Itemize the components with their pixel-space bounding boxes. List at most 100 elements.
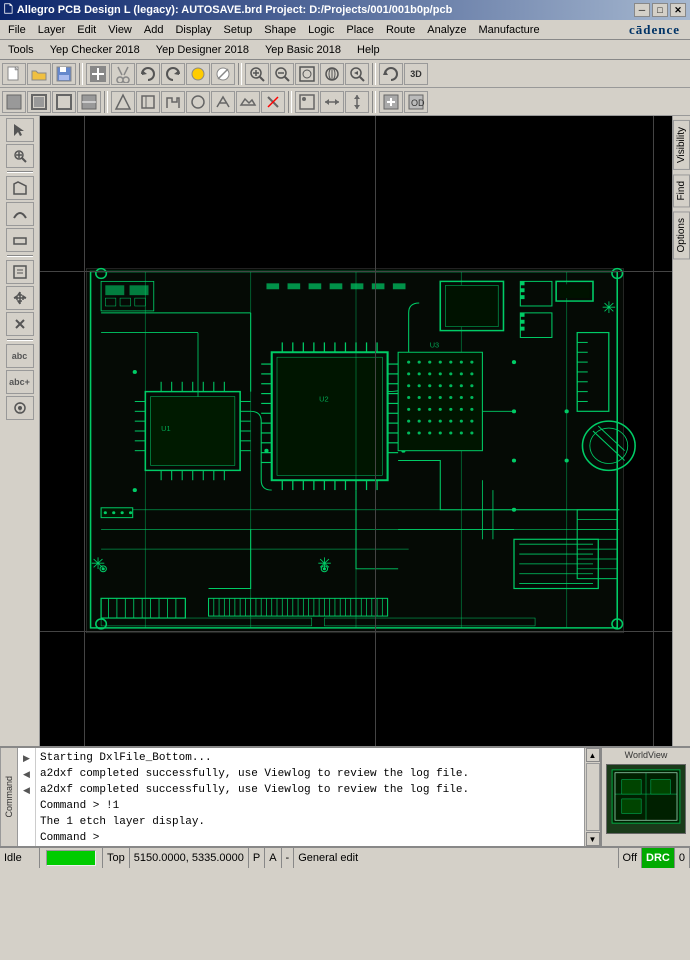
title-bar-controls[interactable]: ─ □ ✕ <box>634 3 686 17</box>
undo-button[interactable] <box>136 63 160 85</box>
menu-setup[interactable]: Setup <box>218 22 259 38</box>
left-separator-2 <box>7 255 33 257</box>
tb2-btn-3[interactable] <box>52 91 76 113</box>
menu-add[interactable]: Add <box>138 22 170 38</box>
hline-top <box>40 271 672 272</box>
zoom-out-button[interactable] <box>270 63 294 85</box>
status-a: A <box>265 848 281 868</box>
menu-analyze[interactable]: Analyze <box>421 22 472 38</box>
scroll-up-button[interactable]: ▲ <box>586 748 600 762</box>
log-line-3: a2dxf completed successfully, use Viewlo… <box>40 782 580 798</box>
left-btn-property[interactable] <box>6 260 34 284</box>
options-tab[interactable]: Options <box>673 211 690 259</box>
pcb-svg[interactable]: ✳ ✳ ✳ <box>40 116 672 746</box>
status-idle: Idle <box>0 848 40 868</box>
tb2-btn-2[interactable] <box>27 91 51 113</box>
add-connect-button[interactable] <box>86 63 110 85</box>
tb2-btn-14[interactable] <box>345 91 369 113</box>
status-drc: DRC <box>642 848 675 868</box>
canvas-area[interactable]: ✳ ✳ ✳ <box>40 116 672 746</box>
menu-logic[interactable]: Logic <box>302 22 340 38</box>
tb2-btn-8[interactable] <box>186 91 210 113</box>
left-btn-zoom-in[interactable] <box>6 144 34 168</box>
worldview-label: WorldView <box>625 750 668 760</box>
tb2-btn-11[interactable] <box>261 91 285 113</box>
tb2-btn-9[interactable] <box>211 91 235 113</box>
tb2-btn-12[interactable] <box>295 91 319 113</box>
tb2-btn-4[interactable] <box>77 91 101 113</box>
menu-layer[interactable]: Layer <box>32 22 72 38</box>
tb2-btn-13[interactable] <box>320 91 344 113</box>
tb2-btn-10[interactable] <box>236 91 260 113</box>
left-panel: abc abc+ <box>0 116 40 746</box>
worldview-canvas[interactable] <box>606 764 686 834</box>
zoom-in-button[interactable] <box>245 63 269 85</box>
zoom-fit-button[interactable] <box>295 63 319 85</box>
minimize-button[interactable]: ─ <box>634 3 650 17</box>
left-btn-text[interactable]: abc <box>6 344 34 368</box>
svg-text:✳: ✳ <box>602 299 616 316</box>
tb2-btn-7[interactable] <box>161 91 185 113</box>
menu-shape[interactable]: Shape <box>258 22 302 38</box>
menu-place[interactable]: Place <box>340 22 380 38</box>
svg-text:✳: ✳ <box>91 555 105 572</box>
menu-route[interactable]: Route <box>380 22 421 38</box>
pcb-canvas[interactable]: ✳ ✳ ✳ <box>40 116 672 746</box>
main-layout: abc abc+ <box>0 116 690 746</box>
svg-text:ODB: ODB <box>411 98 425 108</box>
separator-4 <box>104 91 108 113</box>
tb2-btn-6[interactable] <box>136 91 160 113</box>
log-line-6: Command > <box>40 830 580 846</box>
log-arrow-3: ◀ <box>18 782 35 798</box>
menu-display[interactable]: Display <box>169 22 217 38</box>
scroll-track[interactable] <box>586 763 600 831</box>
tb2-btn-16[interactable]: ODB <box>404 91 428 113</box>
left-btn-shape[interactable] <box>6 228 34 252</box>
menu-manufacture[interactable]: Manufacture <box>472 22 545 38</box>
menu-yep-designer[interactable]: Yep Designer 2018 <box>150 42 255 58</box>
dehilight-button[interactable] <box>211 63 235 85</box>
zoom-previous-button[interactable] <box>345 63 369 85</box>
menu-yep-basic[interactable]: Yep Basic 2018 <box>259 42 347 58</box>
menu-yep-checker[interactable]: Yep Checker 2018 <box>44 42 146 58</box>
left-btn-select[interactable] <box>6 118 34 142</box>
menu-view[interactable]: View <box>102 22 138 38</box>
menu-bar: File Layer Edit View Add Display Setup S… <box>0 20 690 40</box>
app-icon: 🗋 <box>4 1 13 20</box>
left-btn-delete[interactable] <box>6 312 34 336</box>
menu-tools[interactable]: Tools <box>2 42 40 58</box>
side-log-label: Command <box>4 776 14 818</box>
log-line-2: a2dxf completed successfully, use Viewlo… <box>40 766 580 782</box>
new-button[interactable] <box>2 63 26 85</box>
hilight-button[interactable] <box>186 63 210 85</box>
left-btn-text2[interactable]: abc+ <box>6 370 34 394</box>
log-area: Starting DxlFile_Bottom... a2dxf complet… <box>36 748 584 846</box>
3d-view-button[interactable]: 3D <box>404 63 428 85</box>
menu-file[interactable]: File <box>2 22 32 38</box>
menu-help[interactable]: Help <box>351 42 386 58</box>
save-button[interactable] <box>52 63 76 85</box>
toolbar-row-1: 3D <box>0 60 690 88</box>
open-button[interactable] <box>27 63 51 85</box>
maximize-button[interactable]: □ <box>652 3 668 17</box>
svg-text:✳: ✳ <box>317 555 331 572</box>
refresh-button[interactable] <box>379 63 403 85</box>
left-btn-route[interactable] <box>6 202 34 226</box>
visibility-tab[interactable]: Visibility <box>673 120 690 170</box>
tb2-btn-5[interactable] <box>111 91 135 113</box>
left-btn-move[interactable] <box>6 286 34 310</box>
log-arrow-1: ▶ <box>18 750 35 766</box>
left-btn-iDraw[interactable] <box>6 176 34 200</box>
menu-edit[interactable]: Edit <box>71 22 102 38</box>
left-btn-via[interactable] <box>6 396 34 420</box>
find-tab[interactable]: Find <box>673 174 690 207</box>
tb2-btn-15[interactable] <box>379 91 403 113</box>
cut-button[interactable] <box>111 63 135 85</box>
tb2-btn-1[interactable] <box>2 91 26 113</box>
zoom-world-button[interactable] <box>320 63 344 85</box>
log-arrows-left: ▶ ◀ ◀ <box>18 748 36 846</box>
redo-button[interactable] <box>161 63 185 85</box>
scroll-down-button[interactable]: ▼ <box>586 832 600 846</box>
close-button[interactable]: ✕ <box>670 3 686 17</box>
left-separator-1 <box>7 171 33 173</box>
